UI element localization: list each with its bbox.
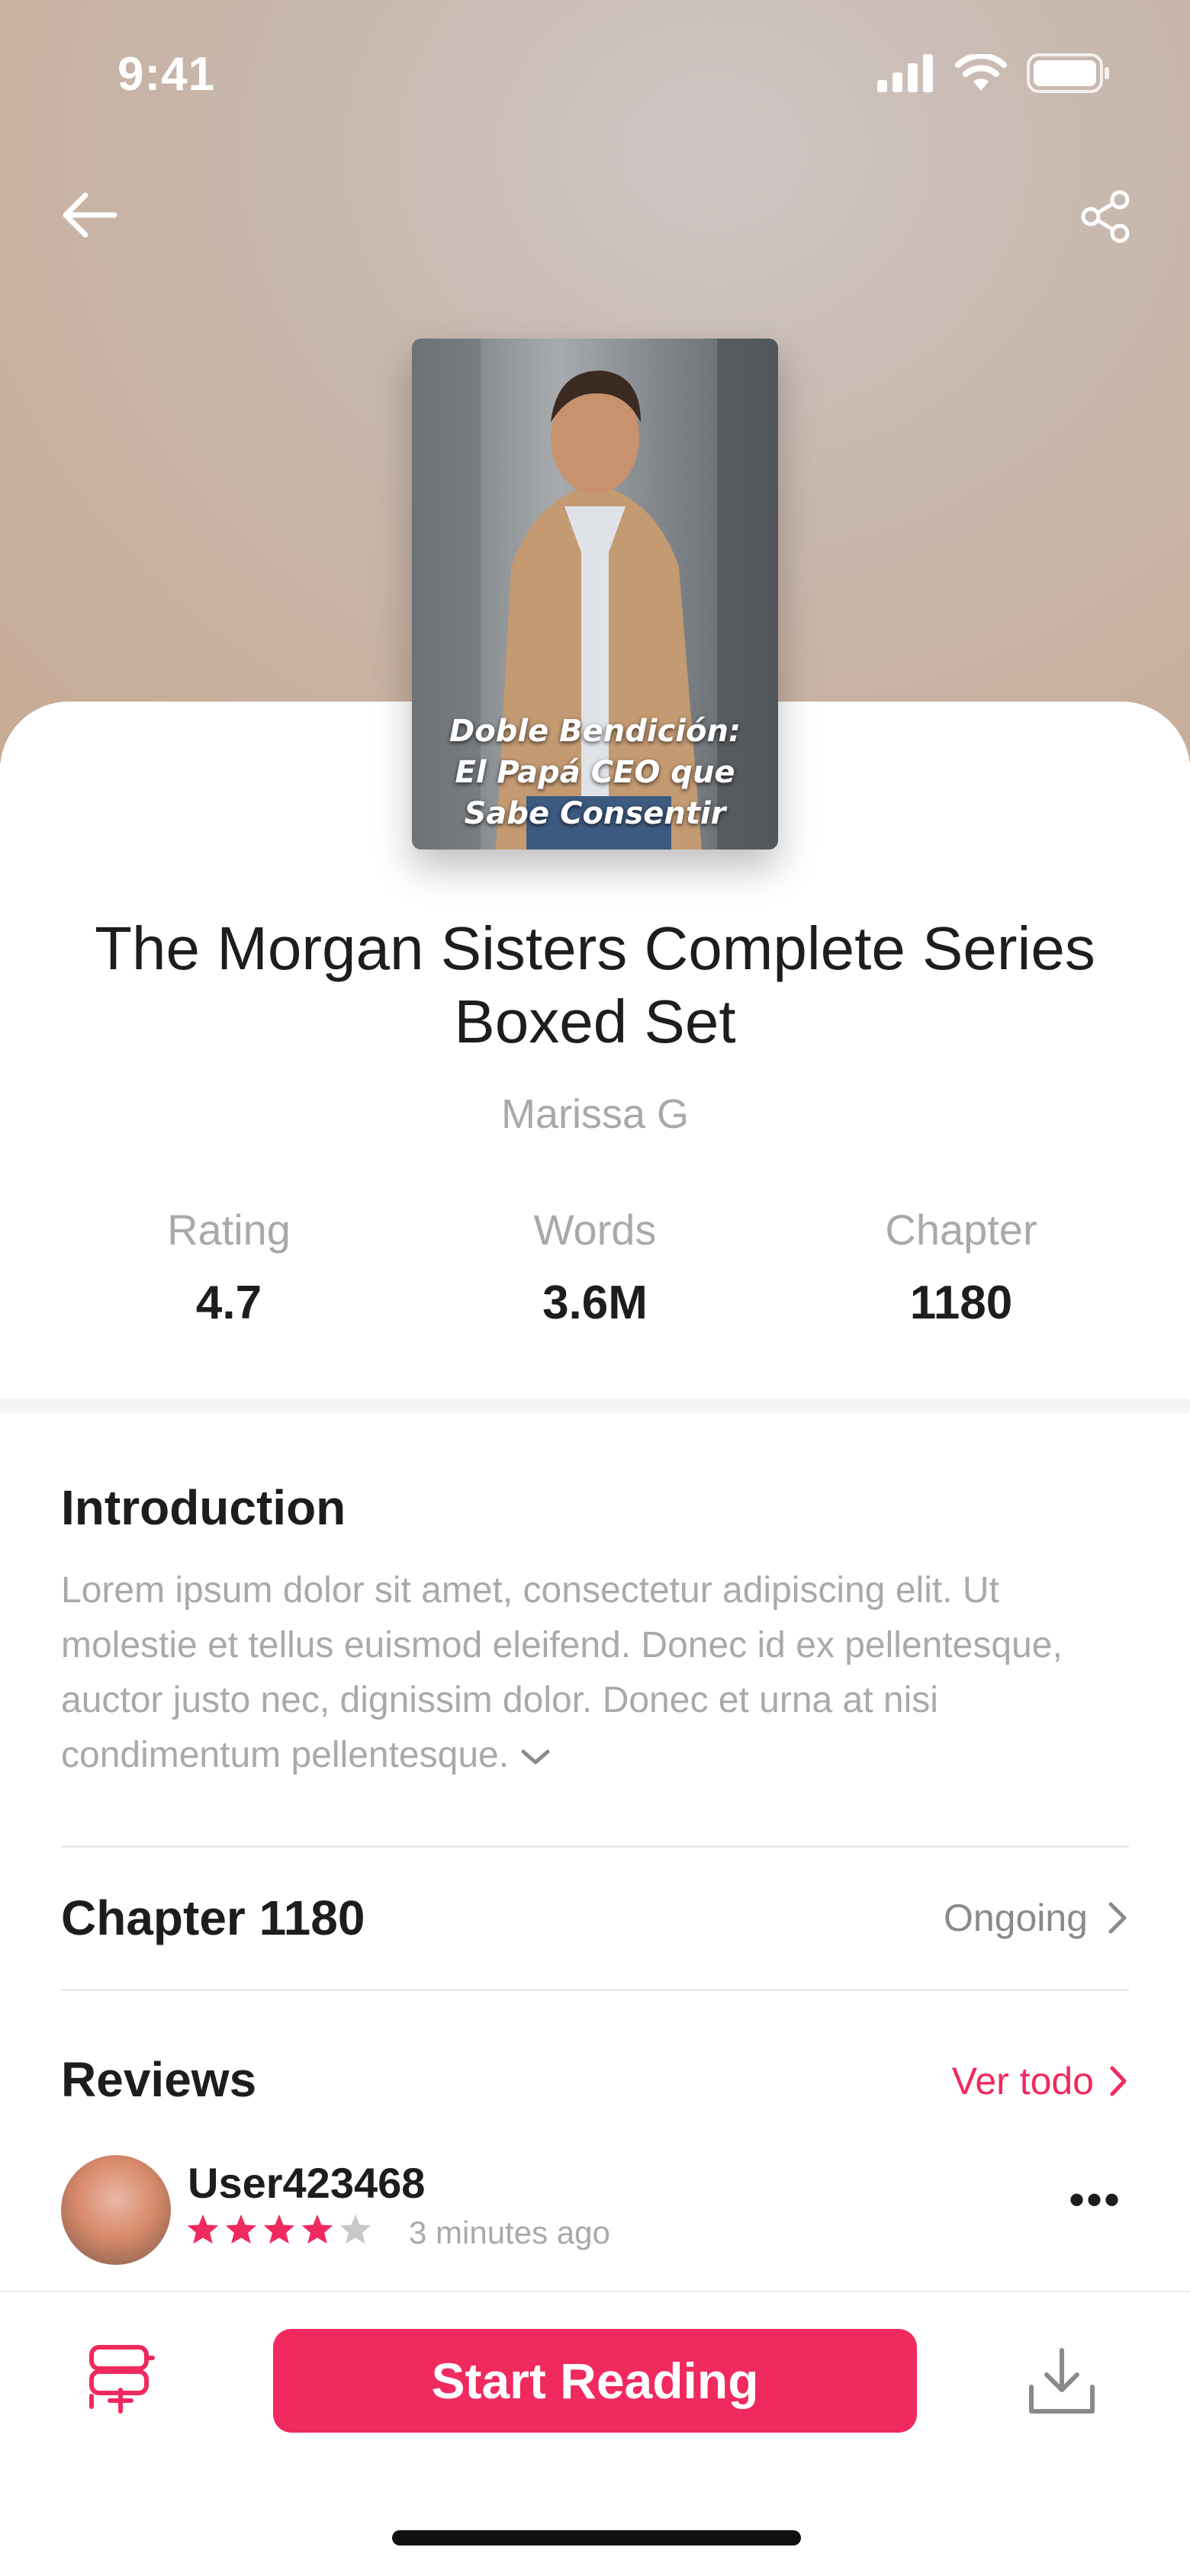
- see-all-reviews-link[interactable]: Ver todo: [952, 2059, 1129, 2103]
- star-icon: [225, 2214, 257, 2244]
- status-icons: [877, 53, 1111, 93]
- chevron-down-icon[interactable]: [519, 1746, 552, 1768]
- status-bar: 9:41: [0, 0, 1190, 153]
- chapter-status-label: Ongoing: [943, 1897, 1088, 1939]
- star-empty-icon: [339, 2214, 371, 2244]
- signal-icon: [877, 54, 933, 92]
- more-options-icon[interactable]: •••: [1069, 2173, 1121, 2226]
- stat-chapter: Chapter 1180: [809, 1205, 1114, 1330]
- download-icon[interactable]: [1025, 2346, 1098, 2416]
- chapter-status: Ongoing: [944, 1896, 1129, 1940]
- stat-value: 3.6M: [542, 1277, 648, 1329]
- cover-line-3: Sabe Consentir: [464, 796, 726, 831]
- reviews-heading: Reviews: [61, 2052, 257, 2107]
- add-to-library-icon[interactable]: [85, 2343, 159, 2416]
- introduction-body: Lorem ipsum dolor sit amet, consectetur …: [61, 1570, 1063, 1775]
- home-indicator: [392, 2530, 801, 2545]
- share-icon[interactable]: [1080, 189, 1132, 244]
- review-username: User423468: [188, 2159, 426, 2207]
- star-icon: [187, 2214, 219, 2244]
- chapter-row[interactable]: Chapter 1180 Ongoing: [61, 1876, 1129, 1960]
- wifi-icon: [955, 54, 1007, 91]
- review-time: 3 minutes ago: [409, 2215, 610, 2250]
- status-time: 9:41: [117, 48, 216, 101]
- battery-icon: [1027, 53, 1109, 93]
- stat-value: 1180: [909, 1277, 1013, 1329]
- cover-title: Doble Bendición: El Papá CEO que Sabe Co…: [412, 711, 778, 834]
- book-author[interactable]: Marissa G: [0, 1090, 1190, 1138]
- divider-line: [61, 1845, 1129, 1848]
- stat-label: Words: [533, 1206, 657, 1254]
- stat-label: Rating: [167, 1206, 291, 1254]
- book-title: The Morgan Sisters Complete Series Boxed…: [95, 914, 1095, 1055]
- review-rating: [186, 2213, 372, 2245]
- see-all-label: Ver todo: [951, 2060, 1094, 2102]
- introduction-heading: Introduction: [61, 1480, 346, 1535]
- star-icon: [263, 2214, 295, 2244]
- avatar[interactable]: [61, 2155, 171, 2265]
- stat-words: Words 3.6M: [442, 1205, 748, 1330]
- star-icon: [301, 2214, 333, 2244]
- introduction-text[interactable]: Lorem ipsum dolor sit amet, consectetur …: [61, 1563, 1129, 1783]
- section-divider: [0, 1399, 1190, 1414]
- start-reading-button[interactable]: Start Reading: [273, 2329, 917, 2433]
- cover-line-1: Doble Bendición:: [449, 714, 741, 749]
- back-arrow-icon[interactable]: [60, 191, 117, 239]
- chevron-right-icon: [1108, 1902, 1127, 1934]
- stat-label: Chapter: [885, 1206, 1037, 1254]
- chapter-title: Chapter 1180: [61, 1890, 365, 1945]
- chevron-right-icon: [1110, 2066, 1127, 2096]
- divider-line: [61, 1989, 1129, 1991]
- book-cover[interactable]: Doble Bendición: El Papá CEO que Sabe Co…: [412, 339, 778, 850]
- cover-line-2: El Papá CEO que: [455, 755, 735, 790]
- stat-rating: Rating 4.7: [76, 1205, 381, 1330]
- stat-value: 4.7: [195, 1277, 262, 1329]
